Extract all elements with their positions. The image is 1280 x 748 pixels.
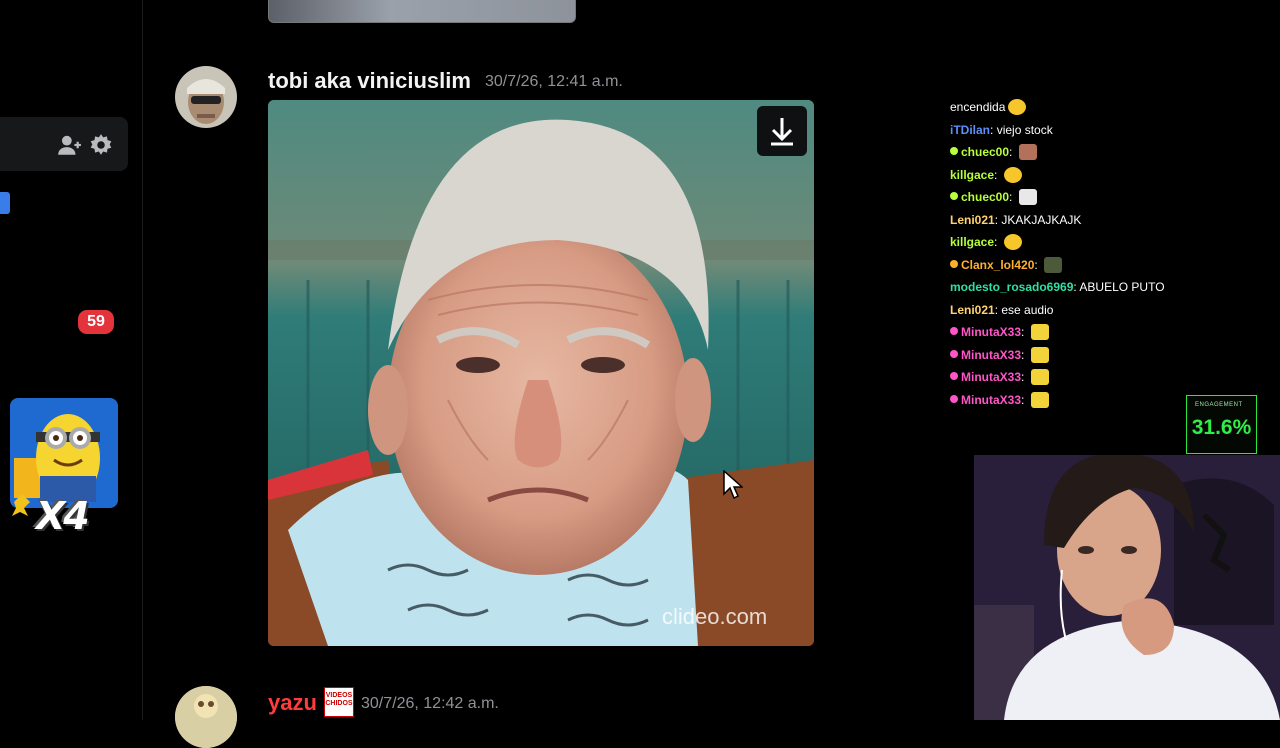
engagement-widget: ENGAGEMENT 31.6% (1186, 395, 1257, 454)
chat-separator: : (1034, 257, 1042, 272)
chat-message: Clanx_lol420: (950, 254, 1063, 276)
chat-badge-icon (950, 192, 958, 200)
minion-emote-icon (1030, 391, 1049, 408)
face-emote-icon (1018, 144, 1037, 160)
message-author[interactable]: yazu (268, 690, 317, 716)
message-image[interactable] (268, 100, 814, 646)
elderly-man-photo (268, 100, 814, 646)
chat-badge-icon (950, 394, 958, 403)
previous-embed[interactable] (268, 0, 576, 23)
avatar[interactable] (175, 686, 237, 748)
chat-username: modesto_rosado6969 (950, 280, 1074, 294)
chat-message: modesto_rosado6969: ABUELO PUTO (950, 276, 1165, 298)
sticker-multiplier: X4 (36, 494, 90, 538)
chat-separator: : (990, 122, 997, 137)
minion-emote-icon (1030, 369, 1049, 385)
chat-username: chuec00 (961, 145, 1010, 159)
minion-emote-icon (1030, 346, 1049, 363)
unread-badge: 59 (75, 307, 117, 337)
streamer-webcam-image (974, 455, 1280, 720)
gear-icon[interactable] (88, 132, 114, 158)
chat-message: killgace: (950, 164, 1022, 186)
stream-chat-overlay: encendida iTDilan: viejo stock chuec00: ki… (940, 88, 1270, 410)
chat-username: MinutaX33 (961, 370, 1022, 384)
chat-message: chuec00: (950, 141, 1037, 163)
chat-message: MinutaX33: (950, 366, 1049, 388)
grin-emote-icon (1008, 99, 1027, 115)
mouse-cursor-icon (723, 470, 743, 500)
chat-message: MinutaX33: (950, 389, 1049, 411)
chat-text: viejo stock (996, 122, 1053, 137)
chat-text: ese audio (1001, 302, 1054, 317)
chat-text: JKAKJAJKAJK (1001, 212, 1082, 227)
chat-separator: : (1021, 392, 1028, 407)
chat-username: MinutaX33 (961, 325, 1022, 339)
chat-message: MinutaX33: (950, 321, 1049, 343)
role-badge-icon: VIDEOS CHIDOS (324, 687, 354, 717)
chat-username: killgace (950, 235, 995, 249)
chat-badge-icon (950, 349, 958, 358)
grin-emote-icon (1003, 234, 1022, 250)
channel-selected-indicator (0, 192, 10, 214)
message-timestamp: 30/7/26, 12:41 a.m. (485, 73, 623, 90)
chat-separator: : (1021, 347, 1028, 362)
chat-message: MinutaX33: (950, 344, 1049, 366)
chat-badge-icon (950, 327, 958, 335)
chat-message: Leni021: ese audio (950, 299, 1053, 321)
image-watermark: clideo.com (662, 604, 768, 629)
chat-username: Leni021 (950, 302, 995, 317)
chat-message: Leni021: JKAKJAJKAJK (950, 209, 1081, 231)
webcam-feed (974, 455, 1280, 720)
chat-badge-icon (950, 372, 958, 380)
download-button[interactable] (757, 106, 807, 156)
chat-message: iTDilan: viejo stock (950, 119, 1053, 141)
download-icon (771, 118, 793, 146)
message-timestamp: 30/7/26, 12:42 a.m. (361, 695, 499, 712)
skull-emote-icon (1018, 189, 1037, 205)
chat-username: Leni021 (950, 212, 995, 227)
server-sidebar (0, 0, 143, 720)
chat-text: ABUELO PUTO (1079, 280, 1165, 294)
frog-emote-icon (1044, 256, 1063, 273)
avatar[interactable] (175, 66, 237, 128)
add-user-icon[interactable] (56, 132, 82, 158)
chat-separator: : (994, 235, 1001, 249)
chat-username: MinutaX33 (961, 347, 1022, 362)
message-author[interactable]: tobi aka viniciuslim (268, 68, 471, 94)
chat-username: killgace (950, 167, 995, 182)
chat-message: chuec00: (950, 186, 1037, 208)
chat-username: chuec00 (961, 190, 1010, 204)
chat-username: Clanx_lol420 (961, 257, 1035, 272)
chat-message: killgace: (950, 231, 1022, 253)
chat-separator: : (1021, 325, 1028, 339)
chat-separator: : (994, 167, 1001, 182)
chat-username: iTDilan (950, 122, 991, 137)
chat-username: MinutaX33 (961, 392, 1022, 407)
chat-separator: : (1009, 145, 1016, 159)
chat-separator: : (1021, 370, 1028, 384)
chat-message: encendida (950, 96, 1027, 118)
engagement-value: 31.6% (1191, 416, 1252, 439)
chat-text: encendida (950, 100, 1006, 114)
chat-separator: : (1009, 190, 1016, 204)
minion-emote-icon (1030, 324, 1049, 340)
grin-emote-icon (1003, 166, 1022, 183)
chat-badge-icon (950, 147, 958, 155)
chat-badge-icon (950, 259, 958, 268)
engagement-label: ENGAGEMENT (1195, 402, 1243, 408)
